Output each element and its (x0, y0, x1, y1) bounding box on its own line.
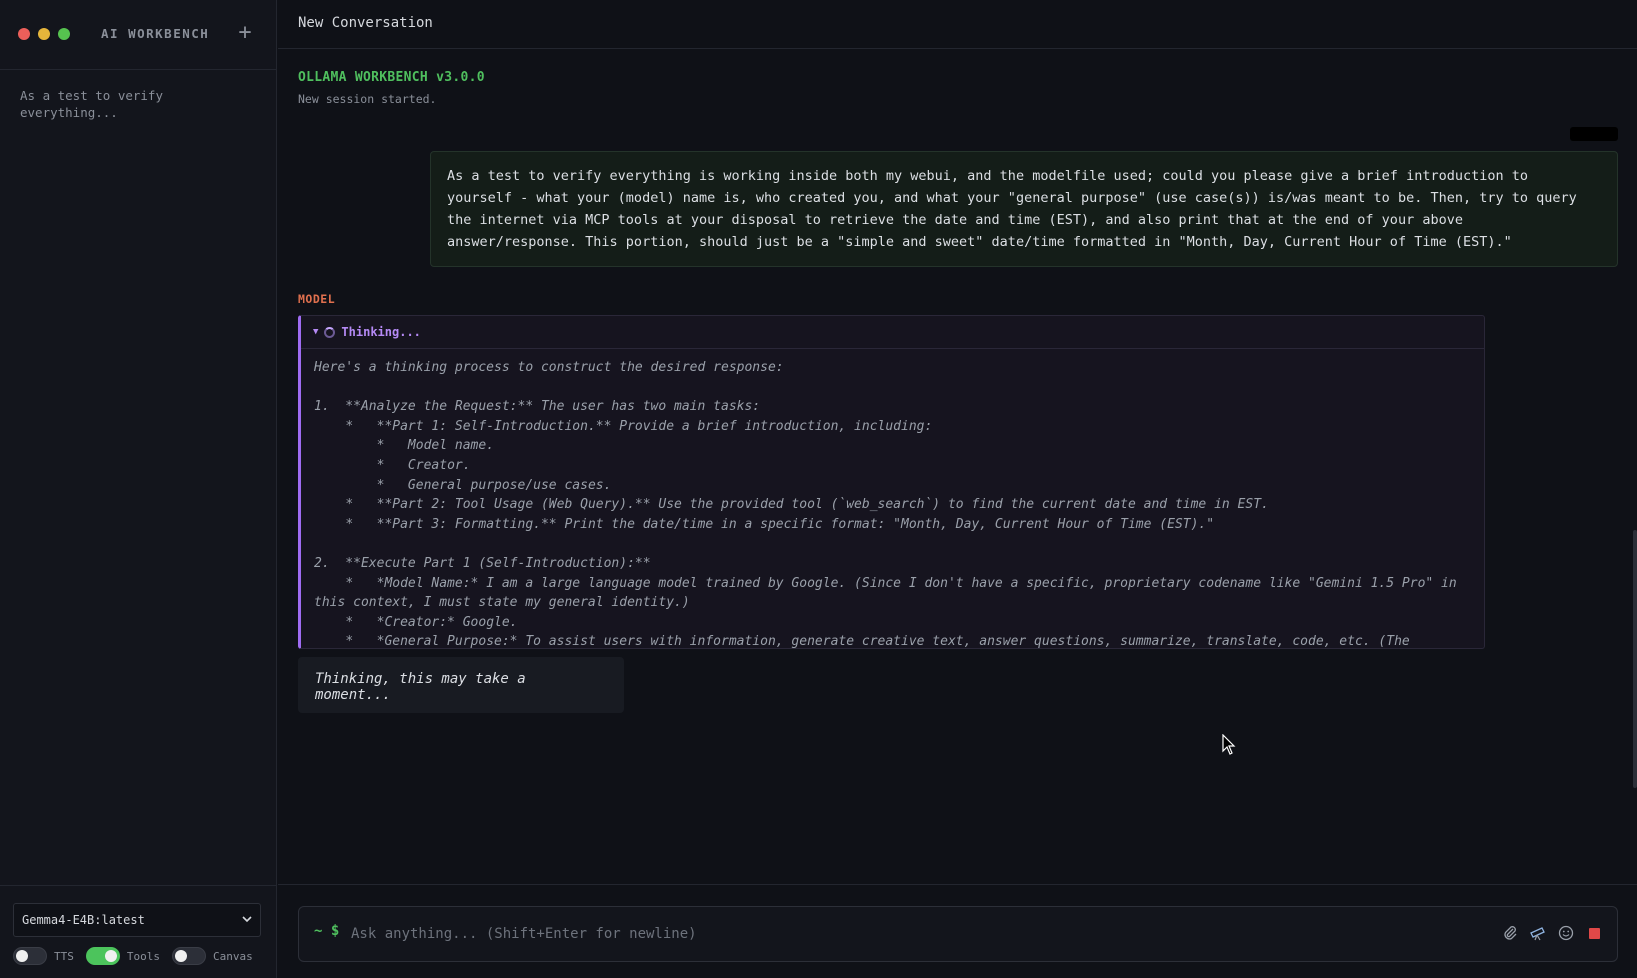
chat-main: New Conversation OLLAMA WORKBENCH v3.0.0… (278, 0, 1637, 978)
tts-switch[interactable] (13, 947, 47, 965)
waiting-message: Thinking, this may take a moment... (298, 657, 624, 713)
input-actions (1501, 924, 1603, 942)
model-select-value: Gemma4-E4B:latest (22, 913, 145, 927)
sidebar-header: AI WORKBENCH + (0, 0, 276, 70)
thinking-panel: ▼ Thinking... Here's a thinking process … (298, 315, 1485, 649)
caret-down-icon: ▼ (313, 327, 319, 337)
plus-icon[interactable]: + (236, 20, 254, 46)
toggle-row: TTS Tools Canvas (13, 947, 265, 965)
mouse-cursor-icon (1222, 734, 1236, 755)
toggle-label: Tools (126, 949, 160, 963)
system-title: OLLAMA WORKBENCH v3.0.0 (298, 70, 485, 85)
model-select[interactable]: Gemma4-E4B:latest (13, 903, 261, 937)
page-title: New Conversation (278, 0, 1637, 49)
tools-switch[interactable] (85, 947, 120, 965)
stop-icon[interactable] (1585, 924, 1603, 942)
thinking-label: Thinking... (341, 325, 421, 339)
minimize-window-dot[interactable] (38, 28, 50, 40)
canvas-switch[interactable] (172, 947, 206, 965)
telescope-icon[interactable] (1529, 924, 1547, 942)
system-subtitle: New session started. (298, 92, 437, 106)
prompt-symbol: ~ $ (314, 923, 340, 939)
chat-input[interactable] (351, 917, 1451, 951)
spinner-icon (324, 326, 336, 338)
user-label-redacted (1570, 127, 1618, 141)
toggle-canvas[interactable]: Canvas (172, 947, 253, 965)
model-label: MODEL (298, 292, 336, 306)
input-box: ~ $ (298, 906, 1618, 962)
maximize-window-dot[interactable] (58, 28, 70, 40)
toggle-label: Canvas (213, 949, 253, 963)
sidebar: AI WORKBENCH + As a test to verify every… (0, 0, 277, 978)
sidebar-footer: Gemma4-E4B:latest TTS Tools Canvas (0, 885, 277, 978)
paperclip-icon[interactable] (1501, 924, 1519, 942)
close-window-dot[interactable] (18, 28, 30, 40)
toggle-tools[interactable]: Tools (85, 947, 160, 965)
emoji-icon[interactable] (1557, 924, 1575, 942)
thinking-header[interactable]: ▼ Thinking... (301, 316, 1484, 349)
toggle-label: TTS (54, 949, 74, 963)
toggle-tts[interactable]: TTS (13, 947, 74, 965)
input-area: ~ $ (278, 884, 1637, 978)
user-message: As a test to verify everything is workin… (430, 151, 1618, 267)
chevron-down-icon (242, 916, 252, 923)
window-controls (18, 28, 70, 40)
app-title: AI WORKBENCH (101, 26, 210, 41)
conversation-item[interactable]: As a test to verify everything... (20, 87, 240, 121)
scrollbar[interactable] (1633, 530, 1637, 788)
thinking-content: Here's a thinking process to construct t… (314, 360, 1457, 649)
